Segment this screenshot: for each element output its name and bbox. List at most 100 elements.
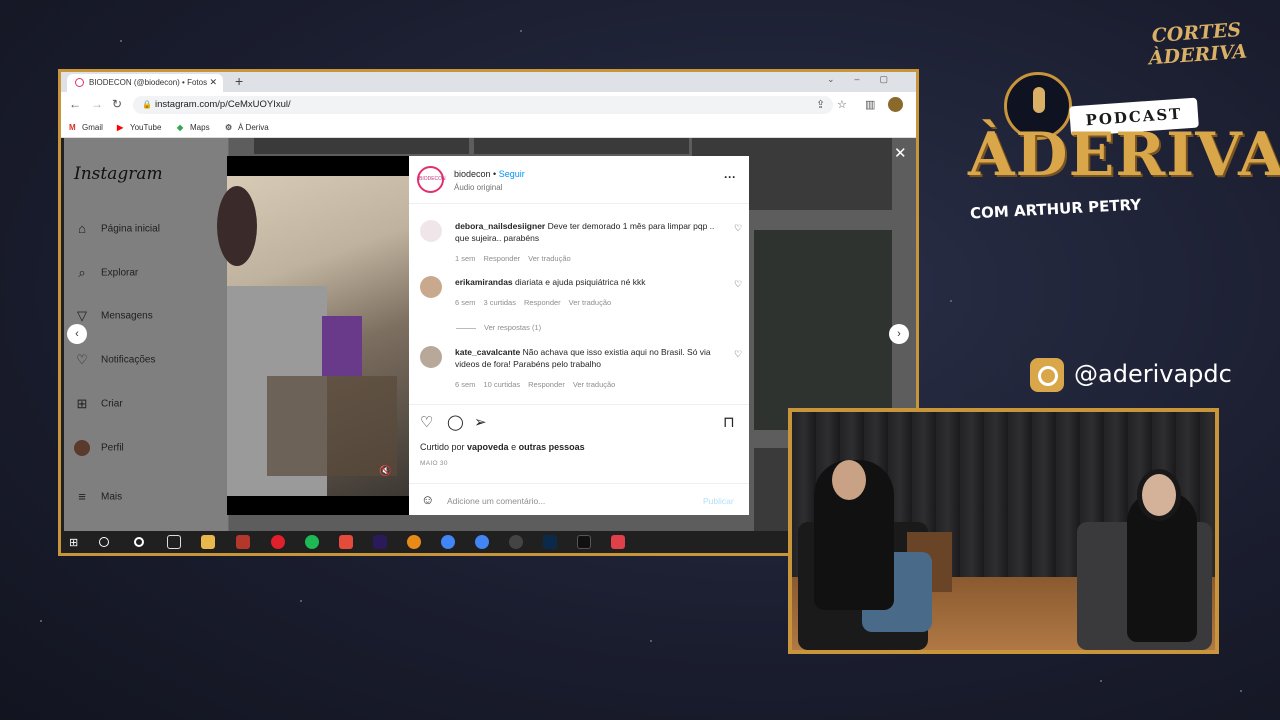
post-actions: ♡ ◯ ➢ ⊓ [409, 404, 749, 434]
author-avatar[interactable]: BIODECON [417, 166, 446, 193]
window-controls[interactable]: ⌄–▢ [827, 74, 908, 85]
post-video[interactable]: 🔇 [217, 156, 409, 515]
sidebar-item-home[interactable]: ⌂ Página inicial [74, 221, 160, 237]
cortes-logo: CORTES ÀDERIVA [1148, 18, 1248, 70]
heart-icon: ♡ [76, 352, 88, 367]
photoshop-icon[interactable] [543, 535, 557, 549]
reload-icon[interactable]: ↻ [112, 97, 122, 111]
gear-icon: ⚙ [225, 123, 233, 132]
bookmark-gmail[interactable]: M Gmail [69, 123, 103, 132]
filezilla-icon[interactable] [236, 535, 250, 549]
share-icon[interactable]: ➢ [474, 413, 487, 431]
send-icon: ▽ [77, 308, 87, 323]
like-comment-icon[interactable]: ♡ [734, 279, 742, 290]
bookmark-maps[interactable]: ◆ Maps [177, 123, 210, 132]
comment-text: diariata e ajuda psiquiátrica né kkk [515, 277, 646, 287]
search-icon[interactable] [99, 537, 109, 547]
comment-likes[interactable]: 3 curtidas [483, 298, 516, 307]
task-view-icon[interactable] [167, 535, 181, 549]
reply-link[interactable]: Responder [483, 254, 520, 263]
instagram-handle: @aderivapdc [1030, 358, 1232, 392]
search-icon: ⌕ [78, 265, 86, 280]
post-date: MAIO 30 [420, 460, 448, 467]
instagram-favicon-icon [75, 78, 84, 87]
spotify-icon[interactable] [305, 535, 319, 549]
forward-icon[interactable]: → [91, 97, 103, 111]
gmail-icon: M [69, 123, 76, 132]
like-icon[interactable]: ♡ [420, 413, 433, 431]
post-panel: BIODECON biodecon • Seguir Áudio origina… [409, 156, 749, 515]
bookmark-star-icon[interactable]: ☆ [837, 98, 847, 111]
comment-icon[interactable]: ◯ [447, 413, 464, 431]
reply-link[interactable]: Responder [524, 298, 561, 307]
save-bookmark-icon[interactable]: ⊓ [723, 413, 735, 431]
commenter-avatar[interactable] [420, 276, 442, 298]
windows-start-icon[interactable]: ⊞ [69, 536, 78, 549]
instagram-sidebar: Instagram ⌂ Página inicial ⌕ Explorar ▽ Men… [64, 138, 229, 531]
share-icon[interactable]: ⇪ [816, 98, 825, 111]
add-comment-row: ☺ Adicione um comentário... Publicar [409, 483, 749, 515]
bookmark-aderiva[interactable]: ⚙ À Deriva [225, 123, 269, 132]
translate-link[interactable]: Ver tradução [573, 380, 616, 389]
chrome-profile-icon[interactable] [475, 535, 489, 549]
firefox-icon[interactable] [407, 535, 421, 549]
close-icon[interactable]: ✕ [894, 144, 907, 162]
commenter-username[interactable]: erikamirandas [455, 277, 513, 287]
comment-input[interactable]: Adicione um comentário... [447, 496, 545, 506]
opera-icon[interactable] [271, 535, 285, 549]
liked-by-user[interactable]: vapoveda [467, 442, 509, 452]
anydesk-icon[interactable] [339, 535, 353, 549]
sidebar-item-more[interactable]: ≡ Mais [74, 489, 122, 505]
reply-link[interactable]: Responder [528, 380, 565, 389]
prev-post-icon[interactable]: ‹ [67, 324, 87, 344]
new-tab-icon[interactable]: + [235, 73, 243, 89]
browser-tab[interactable]: BIODECON (@biodecon) • Fotos ✕ [67, 74, 223, 92]
emoji-icon[interactable]: ☺ [421, 492, 434, 507]
mute-icon[interactable]: 🔇 [379, 466, 391, 477]
lock-icon: 🔒 [142, 100, 152, 109]
webcam-feed [788, 408, 1219, 654]
instagram-logo[interactable]: Instagram [74, 164, 163, 184]
next-post-icon[interactable]: › [889, 324, 909, 344]
streamdeck-icon[interactable] [577, 535, 591, 549]
file-explorer-icon[interactable] [201, 535, 215, 549]
post-username[interactable]: biodecon [454, 169, 491, 179]
show-title: ÀDERIVA [968, 120, 1280, 190]
translate-link[interactable]: Ver tradução [569, 298, 612, 307]
obs-icon[interactable] [509, 535, 523, 549]
sidebar-item-profile[interactable]: Perfil [74, 440, 124, 456]
commenter-avatar[interactable] [420, 346, 442, 368]
commenter-avatar[interactable] [420, 220, 442, 242]
maps-icon: ◆ [177, 123, 184, 132]
like-comment-icon[interactable]: ♡ [734, 223, 742, 234]
follow-button[interactable]: Seguir [499, 169, 525, 179]
profile-avatar[interactable] [888, 97, 903, 112]
app-icon[interactable] [611, 535, 625, 549]
more-options-icon[interactable]: ··· [724, 170, 736, 184]
cortana-icon[interactable] [134, 537, 144, 547]
publish-button[interactable]: Publicar [703, 496, 734, 506]
sidebar-item-messages[interactable]: ▽ Mensagens [74, 308, 153, 324]
premiere-icon[interactable] [373, 535, 387, 549]
sidebar-item-explore[interactable]: ⌕ Explorar [74, 265, 138, 281]
url-input[interactable]: 🔒 instagram.com/p/CeMxUOYIxul/ [133, 96, 833, 114]
commenter-username[interactable]: debora_nailsdesiigner [455, 221, 545, 231]
view-replies-link[interactable]: Ver respostas (1) [456, 323, 541, 332]
profile-avatar-icon [74, 440, 90, 456]
close-tab-icon[interactable]: ✕ [209, 77, 217, 88]
sidepanel-icon[interactable]: ▥ [865, 98, 875, 111]
audio-label[interactable]: Áudio original [454, 183, 502, 192]
liked-by-others[interactable]: outras pessoas [519, 442, 585, 452]
back-icon[interactable]: ← [69, 97, 81, 111]
chrome-icon[interactable] [441, 535, 455, 549]
bookmark-youtube[interactable]: ▶ YouTube [117, 123, 161, 132]
address-bar-row: ← → ↻ 🔒 instagram.com/p/CeMxUOYIxul/ ⇪ ☆… [61, 92, 916, 118]
translate-link[interactable]: Ver tradução [528, 254, 571, 263]
commenter-username[interactable]: kate_cavalcante [455, 347, 520, 357]
video-frame [217, 176, 409, 496]
sidebar-item-create[interactable]: ⊞ Criar [74, 396, 123, 412]
like-comment-icon[interactable]: ♡ [734, 349, 742, 360]
comment-likes[interactable]: 10 curtidas [483, 380, 520, 389]
bookmarks-bar: M Gmail ▶ YouTube ◆ Maps ⚙ À Deriva [61, 118, 916, 138]
sidebar-item-notifications[interactable]: ♡ Notificações [74, 352, 155, 368]
